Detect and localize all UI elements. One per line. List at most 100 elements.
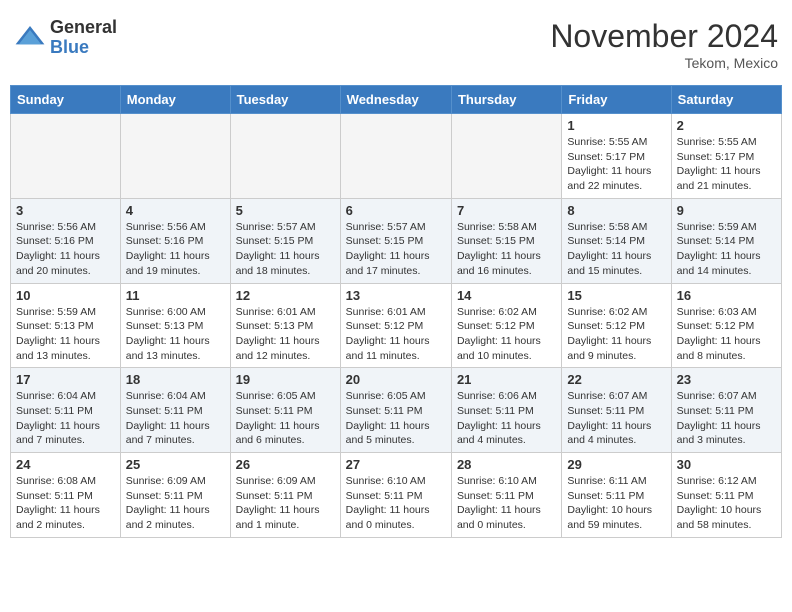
day-number: 16: [677, 288, 776, 303]
calendar-week-4: 17Sunrise: 6:04 AMSunset: 5:11 PMDayligh…: [11, 368, 782, 453]
day-number: 5: [236, 203, 335, 218]
month-title: November 2024: [550, 18, 778, 55]
day-info: Sunrise: 5:58 AMSunset: 5:15 PMDaylight:…: [457, 220, 556, 279]
day-header-wednesday: Wednesday: [340, 86, 451, 114]
day-info: Sunrise: 5:59 AMSunset: 5:13 PMDaylight:…: [16, 305, 115, 364]
day-number: 8: [567, 203, 665, 218]
day-info: Sunrise: 5:57 AMSunset: 5:15 PMDaylight:…: [346, 220, 446, 279]
calendar-day: 17Sunrise: 6:04 AMSunset: 5:11 PMDayligh…: [11, 368, 121, 453]
day-number: 15: [567, 288, 665, 303]
calendar-day: 19Sunrise: 6:05 AMSunset: 5:11 PMDayligh…: [230, 368, 340, 453]
day-number: 21: [457, 372, 556, 387]
title-block: November 2024 Tekom, Mexico: [550, 18, 778, 71]
day-header-sunday: Sunday: [11, 86, 121, 114]
day-info: Sunrise: 6:09 AMSunset: 5:11 PMDaylight:…: [236, 474, 335, 533]
day-info: Sunrise: 5:59 AMSunset: 5:14 PMDaylight:…: [677, 220, 776, 279]
day-info: Sunrise: 6:10 AMSunset: 5:11 PMDaylight:…: [346, 474, 446, 533]
day-number: 26: [236, 457, 335, 472]
day-info: Sunrise: 6:00 AMSunset: 5:13 PMDaylight:…: [126, 305, 225, 364]
calendar-header-row: SundayMondayTuesdayWednesdayThursdayFrid…: [11, 86, 782, 114]
calendar-day: 20Sunrise: 6:05 AMSunset: 5:11 PMDayligh…: [340, 368, 451, 453]
day-info: Sunrise: 5:55 AMSunset: 5:17 PMDaylight:…: [567, 135, 665, 194]
day-number: 2: [677, 118, 776, 133]
logo-icon: [14, 22, 46, 54]
day-header-friday: Friday: [562, 86, 671, 114]
day-info: Sunrise: 6:04 AMSunset: 5:11 PMDaylight:…: [126, 389, 225, 448]
day-number: 25: [126, 457, 225, 472]
day-number: 12: [236, 288, 335, 303]
day-number: 1: [567, 118, 665, 133]
calendar-day: 2 Sunrise: 5:55 AMSunset: 5:17 PMDaylight…: [671, 114, 781, 199]
day-info: Sunrise: 5:56 AMSunset: 5:16 PMDaylight:…: [126, 220, 225, 279]
day-number: 27: [346, 457, 446, 472]
day-info: Sunrise: 5:58 AMSunset: 5:14 PMDaylight:…: [567, 220, 665, 279]
calendar-table: SundayMondayTuesdayWednesdayThursdayFrid…: [10, 85, 782, 538]
day-info: Sunrise: 5:55 AMSunset: 5:17 PMDaylight:…: [677, 135, 776, 194]
calendar-day: 13Sunrise: 6:01 AMSunset: 5:12 PMDayligh…: [340, 283, 451, 368]
day-info: Sunrise: 6:01 AMSunset: 5:13 PMDaylight:…: [236, 305, 335, 364]
day-header-thursday: Thursday: [451, 86, 561, 114]
calendar-day: 29 Sunrise: 6:11 AMSunset: 5:11 PMDayligh…: [562, 453, 671, 538]
day-info: Sunrise: 6:03 AMSunset: 5:12 PMDaylight:…: [677, 305, 776, 364]
day-info: Sunrise: 6:02 AMSunset: 5:12 PMDaylight:…: [457, 305, 556, 364]
day-info: Sunrise: 6:10 AMSunset: 5:11 PMDaylight:…: [457, 474, 556, 533]
day-number: 11: [126, 288, 225, 303]
calendar-day: 14 Sunrise: 6:02 AMSunset: 5:12 PMDayligh…: [451, 283, 561, 368]
calendar-week-5: 24 Sunrise: 6:08 AMSunset: 5:11 PMDayligh…: [11, 453, 782, 538]
calendar-day: 6 Sunrise: 5:57 AMSunset: 5:15 PMDaylight…: [340, 198, 451, 283]
calendar-day: 15Sunrise: 6:02 AMSunset: 5:12 PMDayligh…: [562, 283, 671, 368]
calendar-day: 7 Sunrise: 5:58 AMSunset: 5:15 PMDaylight…: [451, 198, 561, 283]
calendar-day: 18 Sunrise: 6:04 AMSunset: 5:11 PMDayligh…: [120, 368, 230, 453]
calendar-day: 28 Sunrise: 6:10 AMSunset: 5:11 PMDayligh…: [451, 453, 561, 538]
day-number: 6: [346, 203, 446, 218]
day-info: Sunrise: 6:12 AMSunset: 5:11 PMDaylight:…: [677, 474, 776, 533]
calendar-day: 24 Sunrise: 6:08 AMSunset: 5:11 PMDayligh…: [11, 453, 121, 538]
logo-general: General: [50, 17, 117, 37]
calendar-day: [120, 114, 230, 199]
calendar-day: [340, 114, 451, 199]
day-info: Sunrise: 6:01 AMSunset: 5:12 PMDaylight:…: [346, 305, 446, 364]
calendar-day: 21Sunrise: 6:06 AMSunset: 5:11 PMDayligh…: [451, 368, 561, 453]
day-number: 7: [457, 203, 556, 218]
day-info: Sunrise: 6:07 AMSunset: 5:11 PMDaylight:…: [567, 389, 665, 448]
logo-blue: Blue: [50, 37, 89, 57]
day-number: 23: [677, 372, 776, 387]
day-number: 22: [567, 372, 665, 387]
calendar-day: 25 Sunrise: 6:09 AMSunset: 5:11 PMDayligh…: [120, 453, 230, 538]
calendar-day: 9Sunrise: 5:59 AMSunset: 5:14 PMDaylight…: [671, 198, 781, 283]
day-number: 3: [16, 203, 115, 218]
calendar-day: 22 Sunrise: 6:07 AMSunset: 5:11 PMDayligh…: [562, 368, 671, 453]
calendar-day: [11, 114, 121, 199]
calendar-day: 4 Sunrise: 5:56 AMSunset: 5:16 PMDaylight…: [120, 198, 230, 283]
day-number: 18: [126, 372, 225, 387]
day-number: 19: [236, 372, 335, 387]
calendar-week-2: 3 Sunrise: 5:56 AMSunset: 5:16 PMDaylight…: [11, 198, 782, 283]
calendar-day: 11 Sunrise: 6:00 AMSunset: 5:13 PMDayligh…: [120, 283, 230, 368]
day-number: 28: [457, 457, 556, 472]
day-info: Sunrise: 6:11 AMSunset: 5:11 PMDaylight:…: [567, 474, 665, 533]
calendar-day: 27 Sunrise: 6:10 AMSunset: 5:11 PMDayligh…: [340, 453, 451, 538]
day-info: Sunrise: 6:04 AMSunset: 5:11 PMDaylight:…: [16, 389, 115, 448]
day-number: 29: [567, 457, 665, 472]
day-number: 14: [457, 288, 556, 303]
day-number: 4: [126, 203, 225, 218]
calendar-week-3: 10Sunrise: 5:59 AMSunset: 5:13 PMDayligh…: [11, 283, 782, 368]
logo: General Blue: [14, 18, 117, 58]
day-info: Sunrise: 5:56 AMSunset: 5:16 PMDaylight:…: [16, 220, 115, 279]
day-number: 24: [16, 457, 115, 472]
calendar-day: 16 Sunrise: 6:03 AMSunset: 5:12 PMDayligh…: [671, 283, 781, 368]
day-number: 20: [346, 372, 446, 387]
day-info: Sunrise: 6:09 AMSunset: 5:11 PMDaylight:…: [126, 474, 225, 533]
calendar-day: 1 Sunrise: 5:55 AMSunset: 5:17 PMDaylight…: [562, 114, 671, 199]
calendar-day: 8 Sunrise: 5:58 AMSunset: 5:14 PMDaylight…: [562, 198, 671, 283]
calendar-week-1: 1 Sunrise: 5:55 AMSunset: 5:17 PMDaylight…: [11, 114, 782, 199]
calendar-day: 23Sunrise: 6:07 AMSunset: 5:11 PMDayligh…: [671, 368, 781, 453]
day-header-monday: Monday: [120, 86, 230, 114]
day-info: Sunrise: 6:08 AMSunset: 5:11 PMDaylight:…: [16, 474, 115, 533]
calendar-day: 26 Sunrise: 6:09 AMSunset: 5:11 PMDayligh…: [230, 453, 340, 538]
calendar-day: 3 Sunrise: 5:56 AMSunset: 5:16 PMDaylight…: [11, 198, 121, 283]
page-header: General Blue November 2024 Tekom, Mexico: [10, 10, 782, 79]
calendar-day: [451, 114, 561, 199]
day-info: Sunrise: 5:57 AMSunset: 5:15 PMDaylight:…: [236, 220, 335, 279]
day-header-saturday: Saturday: [671, 86, 781, 114]
